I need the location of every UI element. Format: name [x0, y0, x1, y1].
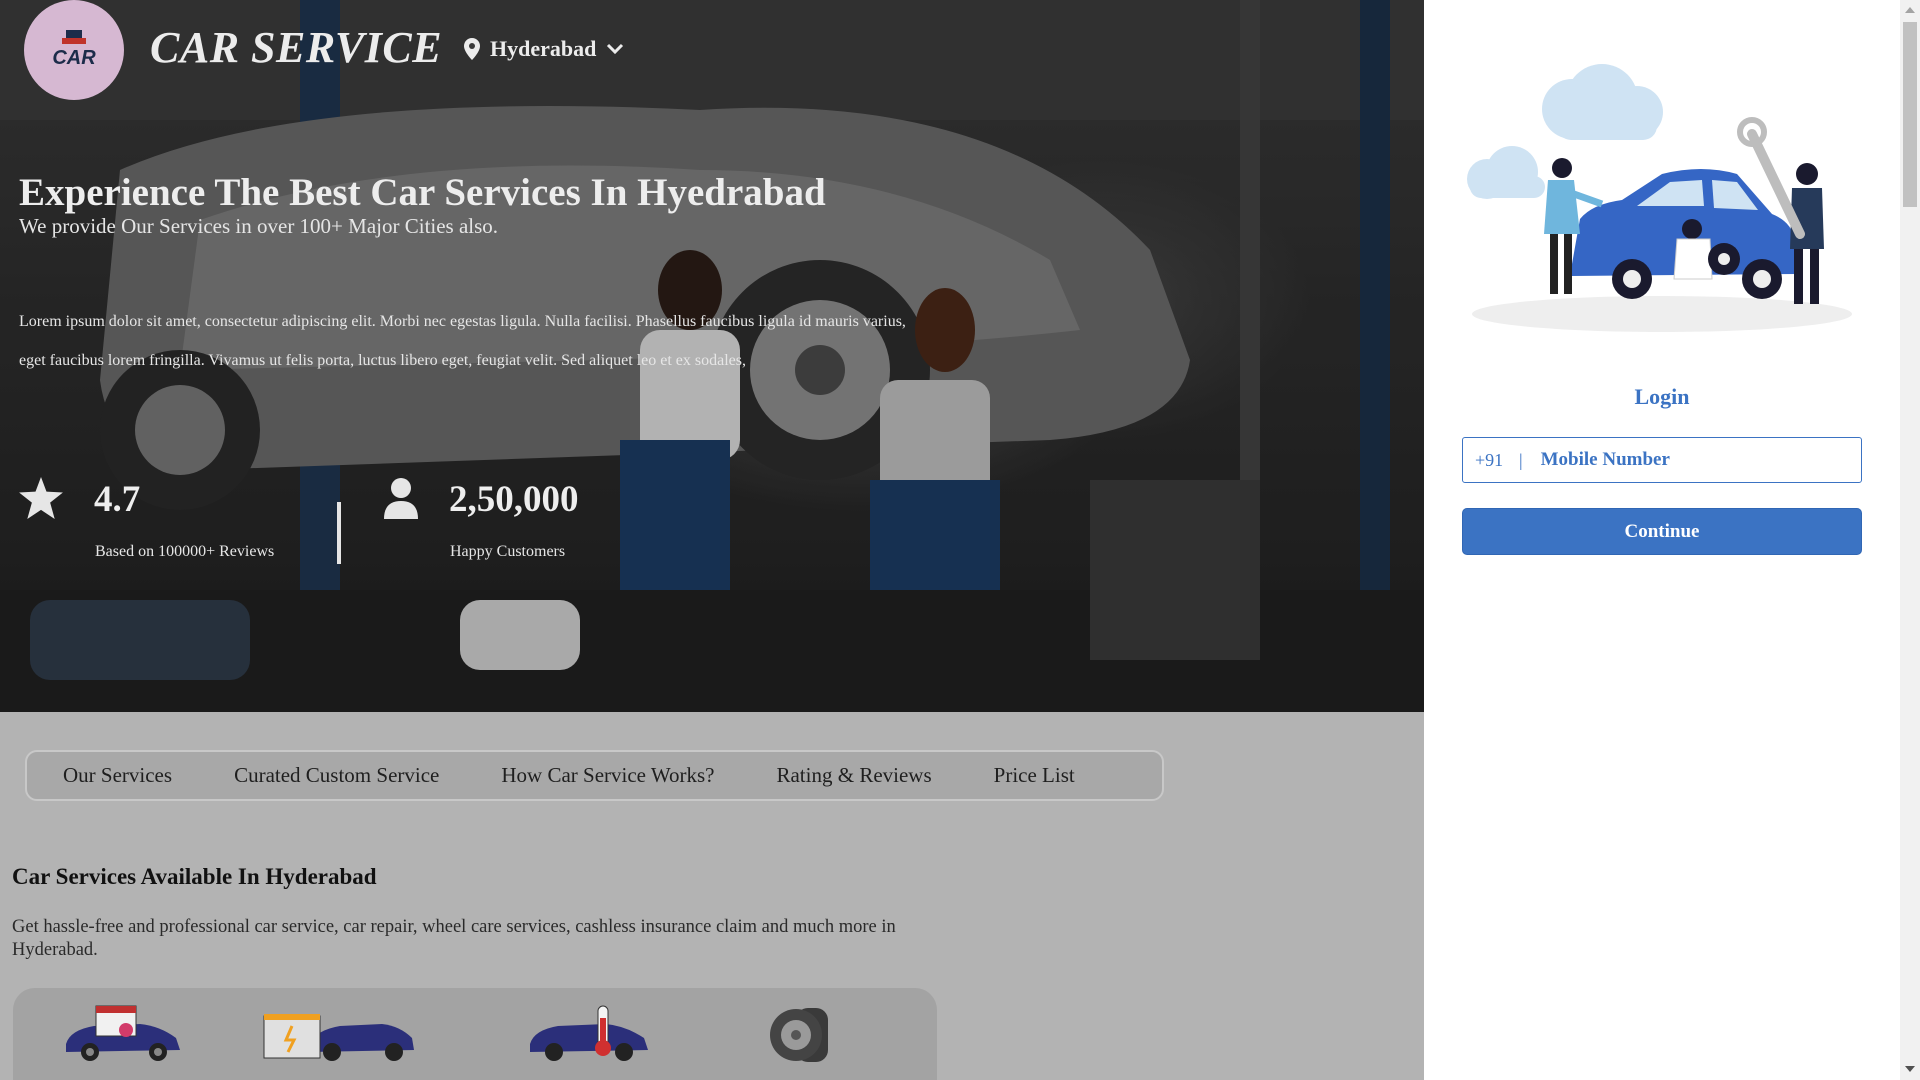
car-calendar-icon[interactable] [60, 1004, 186, 1064]
phone-field: +91 | [1462, 437, 1862, 483]
city-selector[interactable]: Hyderabad [464, 36, 624, 62]
section-tabs: Our Services Curated Custom Service How … [25, 750, 1164, 801]
scrollbar-thumb[interactable] [1903, 22, 1917, 207]
scroll-up-arrow-icon[interactable] [1904, 5, 1916, 15]
tab-curated-custom-service[interactable]: Curated Custom Service [234, 763, 439, 788]
customers-label: Happy Customers [450, 543, 566, 560]
continue-button[interactable]: Continue [1462, 508, 1862, 555]
stats-divider [337, 502, 341, 564]
person-icon [384, 478, 418, 519]
tab-how-car-service-works[interactable]: How Car Service Works? [501, 763, 714, 788]
car-ac-thermometer-icon[interactable] [528, 1004, 652, 1064]
logo-text: CAR [52, 47, 96, 69]
customers-value: 2,50,000 [449, 479, 579, 520]
country-code-separator: | [1519, 449, 1523, 470]
chevron-down-icon [607, 43, 624, 55]
rating-label: Based on 100000+ Reviews [95, 543, 275, 560]
tyre-icon[interactable] [768, 1004, 832, 1064]
tab-price-list[interactable]: Price List [994, 763, 1075, 788]
tab-rating-reviews[interactable]: Rating & Reviews [776, 763, 931, 788]
country-code: +91 [1475, 449, 1504, 470]
brand-logo[interactable]: CAR [24, 0, 124, 100]
logo-car-icon: CAR [52, 30, 96, 69]
rating-value: 4.7 [94, 479, 141, 520]
brand-title: CAR SERVICE [150, 23, 443, 72]
login-title: Login [1634, 384, 1690, 409]
hero-description: Lorem ipsum dolor sit amet, consectetur … [19, 313, 906, 369]
services-section-description: Get hassle-free and professional car ser… [12, 917, 896, 960]
mechanics-car-illustration [1467, 64, 1852, 332]
hero-title: Experience The Best Car Services In Hyed… [19, 171, 826, 214]
hero-subtitle: We provide Our Services in over 100+ Maj… [19, 214, 499, 238]
city-name: Hyderabad [490, 36, 597, 61]
tab-our-services[interactable]: Our Services [63, 763, 172, 788]
car-battery-icon[interactable] [262, 1004, 414, 1064]
services-section-title: Car Services Available In Hyderabad [12, 864, 377, 889]
star-icon [19, 477, 63, 519]
location-pin-icon [464, 38, 480, 60]
mobile-number-input[interactable] [1540, 449, 1841, 471]
scroll-down-arrow-icon[interactable] [1904, 1064, 1916, 1074]
